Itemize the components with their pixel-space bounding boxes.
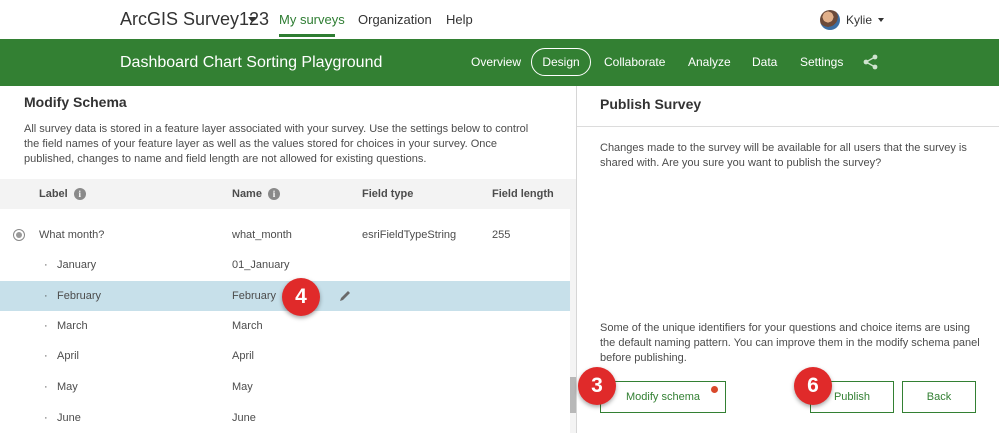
avatar bbox=[820, 10, 840, 30]
table-header: Label i Name i Field type Field length bbox=[0, 179, 576, 209]
notification-dot bbox=[711, 386, 718, 393]
tab-overview[interactable]: Overview bbox=[471, 55, 521, 69]
modify-schema-button[interactable]: Modify schema bbox=[600, 381, 726, 413]
info-icon[interactable]: i bbox=[267, 188, 280, 200]
bullet-icon: · bbox=[44, 381, 48, 393]
column-field-type-header: Field type bbox=[362, 188, 414, 200]
table-row[interactable]: · January 01_January bbox=[0, 250, 570, 280]
step-badge-4: 4 bbox=[282, 278, 320, 316]
step-badge-3: 3 bbox=[578, 367, 616, 405]
publish-note: Some of the unique identifiers for your … bbox=[600, 322, 980, 364]
tab-settings[interactable]: Settings bbox=[800, 55, 843, 69]
table-row[interactable]: · March March bbox=[0, 311, 570, 341]
survey-header: Dashboard Chart Sorting Playground Overv… bbox=[0, 39, 999, 86]
back-button[interactable]: Back bbox=[902, 381, 976, 413]
panel-title: Publish Survey bbox=[600, 96, 702, 112]
question-label: What month? bbox=[39, 229, 105, 241]
modify-schema-panel: Modify Schema All survey data is stored … bbox=[0, 86, 576, 433]
share-icon[interactable] bbox=[862, 53, 880, 71]
table-row[interactable]: · June June bbox=[0, 403, 570, 433]
column-label-header: Label i bbox=[39, 188, 86, 200]
column-name-header: Name i bbox=[232, 188, 280, 200]
tab-design[interactable]: Design bbox=[531, 48, 591, 76]
bullet-icon: · bbox=[44, 320, 48, 332]
bullet-icon: · bbox=[44, 412, 48, 424]
table-row[interactable]: · April April bbox=[0, 341, 570, 371]
bullet-icon: · bbox=[44, 259, 48, 271]
panel-separator bbox=[577, 126, 999, 127]
choice-label: April bbox=[57, 350, 80, 362]
choice-name: April bbox=[232, 350, 255, 362]
info-icon[interactable]: i bbox=[73, 188, 86, 200]
question-field-length: 255 bbox=[492, 229, 511, 241]
choice-name: May bbox=[232, 381, 253, 393]
user-menu[interactable]: Kylie bbox=[820, 10, 885, 30]
schema-description: All survey data is stored in a feature l… bbox=[24, 123, 529, 165]
user-menu-caret-icon bbox=[878, 18, 885, 22]
column-name-text: Name bbox=[232, 188, 262, 200]
choice-label: February bbox=[57, 290, 102, 302]
choice-name: 01_January bbox=[232, 259, 290, 271]
table-row[interactable]: · May May bbox=[0, 372, 570, 402]
top-navigation-bar: ArcGIS Survey123 My surveys Organization… bbox=[0, 0, 999, 39]
pencil-icon[interactable] bbox=[338, 289, 352, 303]
nav-my-surveys[interactable]: My surveys bbox=[279, 12, 345, 27]
tab-analyze[interactable]: Analyze bbox=[688, 55, 731, 69]
active-nav-underline bbox=[279, 34, 335, 37]
bullet-icon: · bbox=[44, 350, 48, 362]
question-field-type: esriFieldTypeString bbox=[362, 229, 457, 241]
column-label-text: Label bbox=[39, 188, 68, 200]
step-badge-6: 6 bbox=[794, 367, 832, 405]
column-field-length-header: Field length bbox=[492, 188, 554, 200]
question-name: what_month bbox=[232, 229, 292, 241]
tab-collaborate[interactable]: Collaborate bbox=[604, 55, 665, 69]
table-row-question[interactable]: What month? what_month esriFieldTypeStri… bbox=[0, 220, 570, 250]
publish-survey-panel: Publish Survey Changes made to the surve… bbox=[577, 86, 999, 433]
choice-label: March bbox=[57, 320, 88, 332]
choice-name[interactable]: February bbox=[232, 290, 276, 302]
panel-title: Modify Schema bbox=[24, 94, 127, 110]
tab-data[interactable]: Data bbox=[752, 55, 777, 69]
choice-label: June bbox=[57, 412, 81, 424]
app-menu-caret-icon[interactable] bbox=[248, 17, 256, 22]
survey-title: Dashboard Chart Sorting Playground bbox=[120, 54, 383, 71]
nav-organization[interactable]: Organization bbox=[358, 12, 432, 27]
choice-label: May bbox=[57, 381, 78, 393]
nav-help[interactable]: Help bbox=[446, 12, 473, 27]
publish-message: Changes made to the survey will be avail… bbox=[600, 142, 967, 169]
user-name: Kylie bbox=[846, 13, 873, 27]
app-title[interactable]: ArcGIS Survey123 bbox=[120, 9, 269, 30]
bullet-icon: · bbox=[44, 290, 48, 302]
choice-label: January bbox=[57, 259, 97, 271]
choice-name: June bbox=[232, 412, 256, 424]
row-radio-icon[interactable] bbox=[13, 229, 25, 241]
choice-name: March bbox=[232, 320, 263, 332]
